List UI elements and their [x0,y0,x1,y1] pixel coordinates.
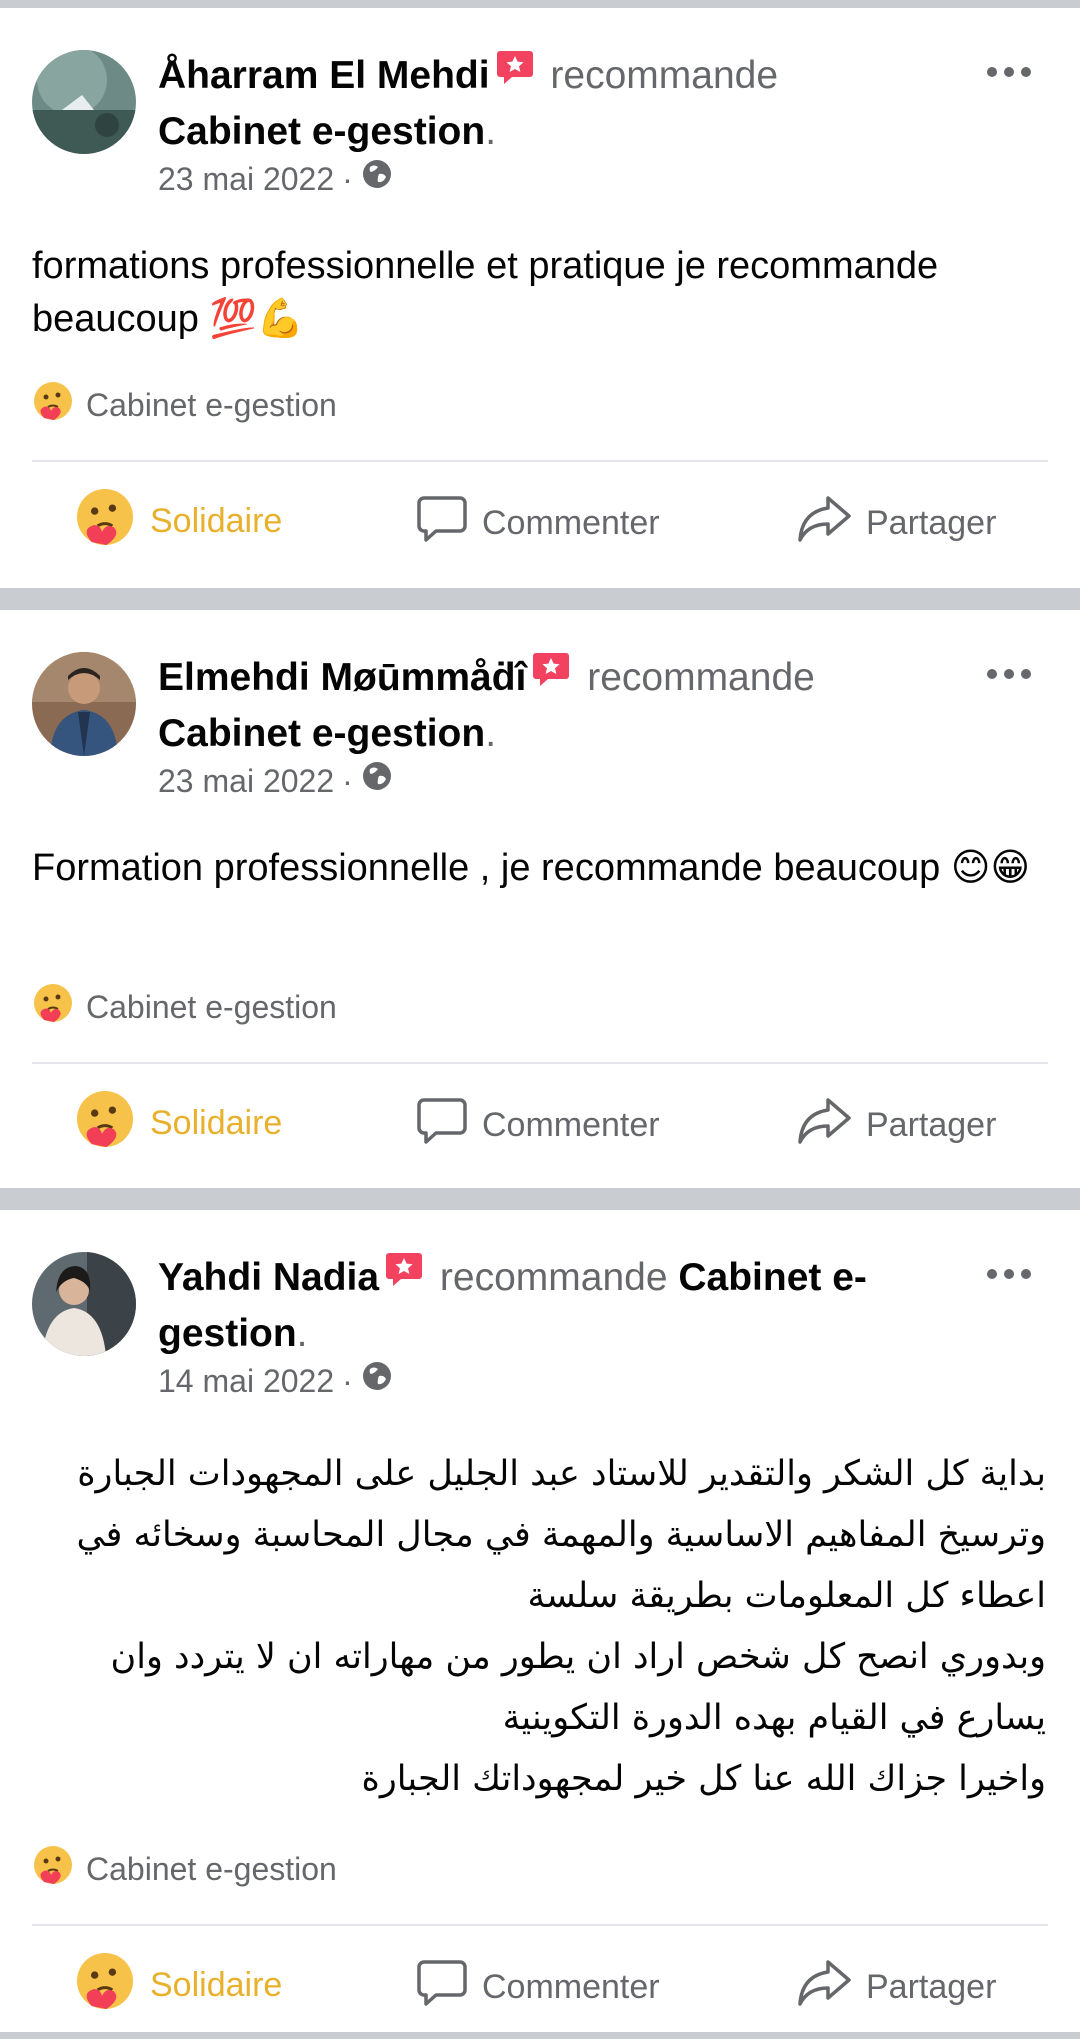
recommend-verb: recommande [439,1255,668,1299]
avatar[interactable] [32,1252,136,1356]
comment-bubble-icon [416,494,468,553]
globe-icon [361,760,393,801]
post-text: بداية كل الشكر والتقدير للاستاد عبد الجل… [40,1444,1047,1810]
recommend-verb: recommande [587,655,815,699]
post-text-line: وترسيخ المفاهيم الاساسية والمهمة في مجال… [76,1515,1047,1555]
post-text: Formation professionnelle , je recommand… [32,847,1031,889]
share-label: Partager [866,1968,997,2006]
post-card: Åharram El Mehdi recommande Cabinet e-ge… [0,8,1080,588]
recommend-badge-icon [385,1250,423,1301]
solidaire-label: Solidaire [150,502,283,540]
post-text-line: واخيرا جزاك الله عنا كل خير لمجهوداتك ال… [361,1759,1046,1799]
share-label: Partager [866,504,997,542]
share-button[interactable]: Partager [796,1096,996,1155]
recommend-verb: recommande [550,53,779,97]
author-name[interactable]: Åharram El Mehdi [158,54,490,97]
share-arrow-icon [796,1096,852,1155]
post-text-line: اعطاء كل المعلومات بطريقة سلسة [527,1576,1046,1616]
more-options-icon[interactable] [984,1264,1034,1284]
divider [32,460,1048,462]
reaction-summary[interactable]: Cabinet e-gestion [32,1844,337,1894]
care-reaction-icon [32,380,74,430]
post-header: Elmehdi Møūmmåḋî recommande Cabinet e-ge… [158,650,960,759]
share-button[interactable]: Partager [796,1958,996,2017]
post-text: formations professionnelle et pratique j… [32,245,939,340]
comment-button[interactable]: Commenter [416,494,660,553]
care-reaction-icon [74,486,136,557]
post-date[interactable]: 23 mai 2022 [158,761,334,801]
reaction-page-label: Cabinet e-gestion [86,1850,337,1887]
period: . [296,1312,308,1355]
post-card: Elmehdi Møūmmåḋî recommande Cabinet e-ge… [0,610,1080,1188]
author-name[interactable]: Yahdi Nadia [158,1256,379,1299]
comment-label: Commenter [482,1968,660,2006]
feed: Åharram El Mehdi recommande Cabinet e-ge… [0,0,1080,2039]
recommend-badge-icon [496,48,534,99]
reaction-summary[interactable]: Cabinet e-gestion [32,982,337,1032]
solidaire-label: Solidaire [150,1104,283,1142]
meta-separator: · [342,762,353,799]
globe-icon [361,1360,393,1401]
post-meta: 23 mai 2022 · [158,760,393,801]
more-options-icon[interactable] [984,664,1034,684]
post-header: Åharram El Mehdi recommande Cabinet e-ge… [158,48,960,157]
comment-bubble-icon [416,1096,468,1155]
meta-separator: · [342,1362,353,1399]
post-text-line: يسارع في القيام بهده الدورة التكوينية [502,1698,1046,1738]
share-arrow-icon [796,494,852,553]
meta-separator: · [342,160,353,197]
post-text-line: وبدوري انصح كل شخص اراد ان يطور من مهارا… [110,1637,1046,1677]
post-meta: 14 mai 2022 · [158,1360,393,1401]
avatar[interactable] [32,652,136,756]
period: . [485,110,497,153]
comment-bubble-icon [416,1958,468,2017]
solidaire-button[interactable]: Solidaire [74,486,282,557]
post-header: Yahdi Nadia recommande Cabinet e-gestion… [158,1250,960,1359]
reaction-summary[interactable]: Cabinet e-gestion [32,380,337,430]
comment-label: Commenter [482,1106,660,1144]
solidaire-button[interactable]: Solidaire [74,1950,282,2021]
reaction-page-label: Cabinet e-gestion [86,988,337,1025]
recommend-badge-icon [532,650,570,701]
care-reaction-icon [74,1950,136,2021]
divider [32,1062,1048,1064]
post-date[interactable]: 23 mai 2022 [158,159,334,199]
page-name[interactable]: Cabinet e-gestion [158,110,485,153]
share-label: Partager [866,1106,997,1144]
share-arrow-icon [796,1958,852,2017]
post-card: Yahdi Nadia recommande Cabinet e-gestion… [0,1210,1080,2032]
avatar[interactable] [32,50,136,154]
reaction-page-label: Cabinet e-gestion [86,386,337,423]
post-text-line: بداية كل الشكر والتقدير للاستاد عبد الجل… [77,1454,1046,1494]
care-reaction-icon [32,1844,74,1894]
more-options-icon[interactable] [984,62,1034,82]
comment-label: Commenter [482,504,660,542]
post-date[interactable]: 14 mai 2022 [158,1361,334,1401]
globe-icon [361,158,393,199]
divider [32,1924,1048,1926]
comment-button[interactable]: Commenter [416,1096,660,1155]
share-button[interactable]: Partager [796,494,996,553]
author-name[interactable]: Elmehdi Møūmmåḋî [158,656,526,699]
comment-button[interactable]: Commenter [416,1958,660,2017]
page-name[interactable]: Cabinet e-gestion [158,712,485,755]
period: . [485,712,497,755]
solidaire-label: Solidaire [150,1966,283,2004]
care-reaction-icon [74,1088,136,1159]
post-meta: 23 mai 2022 · [158,158,393,199]
care-reaction-icon [32,982,74,1032]
solidaire-button[interactable]: Solidaire [74,1088,282,1159]
